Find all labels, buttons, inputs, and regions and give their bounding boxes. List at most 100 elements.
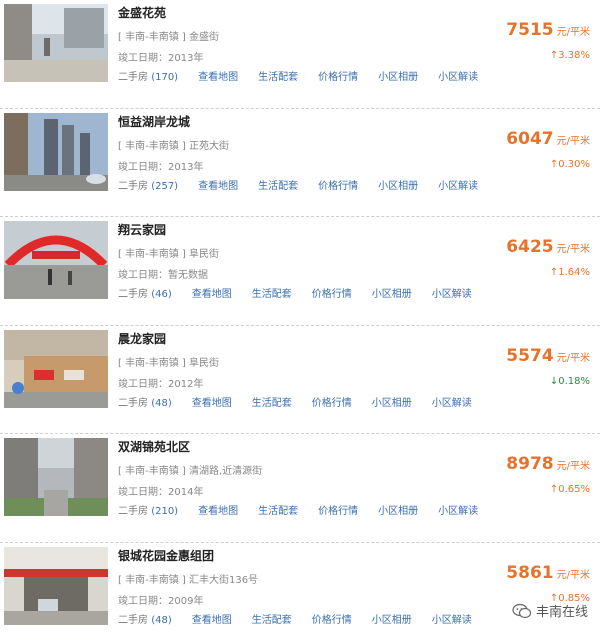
completion-date: 竣工日期：2014年 xyxy=(118,483,203,498)
district-label: [ 丰南-丰南镇 ] xyxy=(118,249,186,261)
price-block: 7515 元/平米 xyxy=(506,20,590,40)
secondhand-link[interactable]: 二手房 xyxy=(118,506,148,517)
price-change-value: 0.18% xyxy=(558,375,590,387)
price-value: 5574 xyxy=(506,345,554,366)
community-name[interactable]: 双湖锦苑北区 xyxy=(118,438,190,455)
list-item[interactable]: 翔云家园 [ 丰南-丰南镇 ] 阜民街竣工日期：暂无数据二手房 (46) 查看地图 生… xyxy=(0,217,600,326)
secondhand-count[interactable]: (210) xyxy=(151,506,178,517)
link-4[interactable]: 小区解读 xyxy=(432,615,472,626)
completion-date: 竣工日期：暂无数据 xyxy=(118,266,208,281)
action-links: 二手房 (48) 查看地图 生活配套 价格行情 小区相册 小区解读 xyxy=(118,394,472,409)
price-change-value: 1.64% xyxy=(558,267,590,279)
link-1[interactable]: 生活配套 xyxy=(258,506,298,517)
completion-date-value: 2012年 xyxy=(168,378,204,390)
secondhand-link[interactable]: 二手房 xyxy=(118,289,148,300)
community-photo[interactable] xyxy=(4,546,108,625)
link-1[interactable]: 生活配套 xyxy=(252,398,292,409)
community-photo[interactable] xyxy=(4,329,108,408)
link-0[interactable]: 查看地图 xyxy=(198,506,238,517)
price-change: ↑0.30% xyxy=(550,159,590,170)
list-item[interactable]: 银城花园金惠组团 [ 丰南-丰南镇 ] 汇丰大街136号 竣工日期：2009年 二手房… xyxy=(0,543,600,634)
trend-arrow-icon: ↑ xyxy=(549,267,559,279)
community-list: 金盛花苑[ 丰南-丰南镇 ] 金盛街 竣工日期：2013年 二手房 (170) 查看地… xyxy=(0,0,600,634)
community-photo[interactable] xyxy=(4,221,108,300)
list-item[interactable]: 恒益湖岸龙城 [ 丰南-丰南镇 ] 正苑大街 竣工日期：2013年 二手房 (257)… xyxy=(0,109,600,218)
link-0[interactable]: 查看地图 xyxy=(198,72,238,83)
link-4[interactable]: 小区解读 xyxy=(438,506,478,517)
secondhand-link[interactable]: 二手房 xyxy=(118,398,148,409)
secondhand-link[interactable]: 二手房 xyxy=(118,72,148,83)
price-unit: 元/平米 xyxy=(556,461,590,473)
link-1[interactable]: 生活配套 xyxy=(252,289,292,300)
price-change-value: 3.38% xyxy=(558,50,590,61)
link-3[interactable]: 小区相册 xyxy=(378,506,418,517)
link-0[interactable]: 查看地图 xyxy=(192,289,232,300)
link-3[interactable]: 小区相册 xyxy=(372,289,412,300)
link-3[interactable]: 小区相册 xyxy=(372,398,412,409)
price-unit: 元/平米 xyxy=(556,569,590,581)
street-label: 清湖路,近清源街 xyxy=(188,466,263,478)
link-4[interactable]: 小区解读 xyxy=(432,398,472,409)
street-label: 正苑大街 xyxy=(188,140,229,152)
secondhand-link[interactable]: 二手房 xyxy=(118,181,148,192)
secondhand-link[interactable]: 二手房 xyxy=(118,615,148,626)
link-2[interactable]: 价格行情 xyxy=(312,615,352,626)
secondhand-count[interactable]: (257) xyxy=(151,181,178,192)
price-unit: 元/平米 xyxy=(556,244,590,256)
link-1[interactable]: 生活配套 xyxy=(258,181,298,192)
price-unit: 元/平米 xyxy=(556,352,590,364)
list-item[interactable]: 晨龙家园 [ 丰南-丰南镇 ] 阜民街 竣工日期：2012年 二手房 (48) 查看地图… xyxy=(0,326,600,435)
link-2[interactable]: 价格行情 xyxy=(312,398,352,409)
community-photo[interactable] xyxy=(4,112,108,191)
list-item[interactable]: 双湖锦苑北区 [ 丰南-丰南镇 ] 清湖路,近清源街 竣工日期：2014年二手房 (… xyxy=(0,434,600,543)
action-links: 二手房 (257) 查看地图 生活配套 价格行情 小区相册 小区解读 xyxy=(118,177,478,192)
community-photo[interactable] xyxy=(4,438,108,517)
secondhand-count[interactable]: (46) xyxy=(151,289,172,300)
completion-date: 竣工日期：2009年 xyxy=(118,592,203,607)
community-name[interactable]: 恒益湖岸龙城 xyxy=(118,113,190,130)
community-photo[interactable] xyxy=(4,4,108,82)
price-value: 8978 xyxy=(506,454,554,475)
completion-date-value: 暂无数据 xyxy=(168,270,208,282)
link-3[interactable]: 小区相册 xyxy=(378,72,418,83)
trend-arrow-icon: ↓ xyxy=(549,375,559,387)
secondhand-count[interactable]: (48) xyxy=(151,615,172,626)
link-2[interactable]: 价格行情 xyxy=(318,72,358,83)
price-value: 6425 xyxy=(506,237,554,258)
community-name[interactable]: 金盛花苑 xyxy=(118,4,166,21)
action-links: 二手房 (170) 查看地图 生活配套 价格行情 小区相册 小区解读 xyxy=(118,68,478,83)
link-0[interactable]: 查看地图 xyxy=(192,615,232,626)
link-1[interactable]: 生活配套 xyxy=(258,72,298,83)
link-2[interactable]: 价格行情 xyxy=(318,181,358,192)
community-name[interactable]: 晨龙家园 xyxy=(118,330,166,347)
link-2[interactable]: 价格行情 xyxy=(318,506,358,517)
completion-date-value: 2014年 xyxy=(168,487,204,499)
street-label: 阜民街 xyxy=(188,249,219,261)
link-4[interactable]: 小区解读 xyxy=(438,72,478,83)
watermark: 丰南在线 xyxy=(512,601,588,620)
community-name[interactable]: 翔云家园 xyxy=(118,221,166,238)
secondhand-count[interactable]: (48) xyxy=(151,398,172,409)
action-links: 二手房 (210) 查看地图 生活配套 价格行情 小区相册 小区解读 xyxy=(118,502,478,517)
link-4[interactable]: 小区解读 xyxy=(432,289,472,300)
district-label: [ 丰南-丰南镇 ] xyxy=(118,140,186,152)
completion-date: 竣工日期：2013年 xyxy=(118,158,203,173)
price-block: 5574 元/平米 xyxy=(506,346,590,366)
trend-arrow-icon: ↑ xyxy=(549,484,559,496)
link-0[interactable]: 查看地图 xyxy=(198,181,238,192)
completion-date-label: 竣工日期： xyxy=(118,161,168,173)
link-3[interactable]: 小区相册 xyxy=(378,181,418,192)
price-block: 6425 元/平米 xyxy=(506,237,590,257)
link-1[interactable]: 生活配套 xyxy=(252,615,292,626)
list-item[interactable]: 金盛花苑 [ 丰南-丰南镇 ] 金盛街 竣工日期：2013年 二手房 (170) 查看地… xyxy=(0,0,600,109)
community-address: [ 丰南-丰南镇 ] 正苑大街 xyxy=(118,137,229,152)
completion-date-label: 竣工日期： xyxy=(118,595,168,607)
action-links: 二手房 (46) 查看地图 生活配套 价格行情 小区相册 小区解读 xyxy=(118,285,472,300)
link-4[interactable]: 小区解读 xyxy=(438,181,478,192)
community-name[interactable]: 银城花园金惠组团 xyxy=(118,547,214,564)
secondhand-count[interactable]: (170) xyxy=(151,72,178,83)
link-2[interactable]: 价格行情 xyxy=(312,289,352,300)
link-3[interactable]: 小区相册 xyxy=(372,615,412,626)
community-address: [ 丰南-丰南镇 ] 清湖路,近清源街 xyxy=(118,462,262,477)
link-0[interactable]: 查看地图 xyxy=(192,398,232,409)
